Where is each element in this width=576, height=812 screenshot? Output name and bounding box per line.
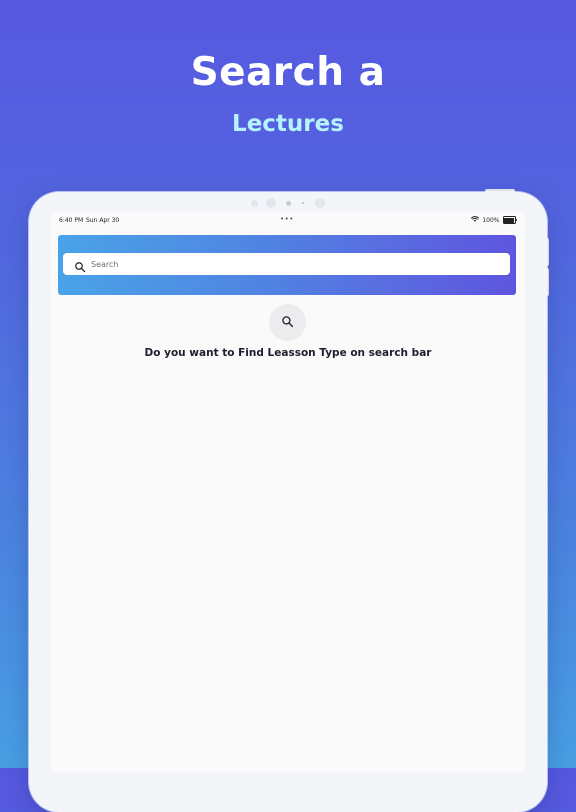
promo-subheadline: Lectures: [232, 111, 344, 137]
tablet-camera-sensors: [250, 197, 330, 209]
battery-text: 100%: [482, 216, 500, 224]
search-bar[interactable]: [63, 253, 510, 275]
app-screen: 6:40 PM Sun Apr 30 ••• 100% Search Do yo…: [51, 212, 525, 772]
search-header: [58, 235, 516, 295]
status-bar: 6:40 PM Sun Apr 30 ••• 100%: [51, 212, 525, 228]
empty-state-icon-circle: [269, 304, 306, 341]
search-icon: [74, 258, 86, 273]
promo-headline: Search a: [190, 50, 386, 95]
battery-icon: [502, 216, 517, 224]
wifi-icon: [471, 216, 480, 224]
search-icon: [281, 313, 294, 332]
status-time: 6:40 PM: [59, 217, 84, 224]
status-date: Sun Apr 30: [86, 217, 120, 224]
multitask-indicator[interactable]: •••: [280, 215, 294, 223]
status-right-group: 100%: [471, 216, 517, 224]
empty-state-message: Do you want to Find Leasson Type on sear…: [144, 347, 432, 359]
search-input[interactable]: [91, 259, 471, 269]
